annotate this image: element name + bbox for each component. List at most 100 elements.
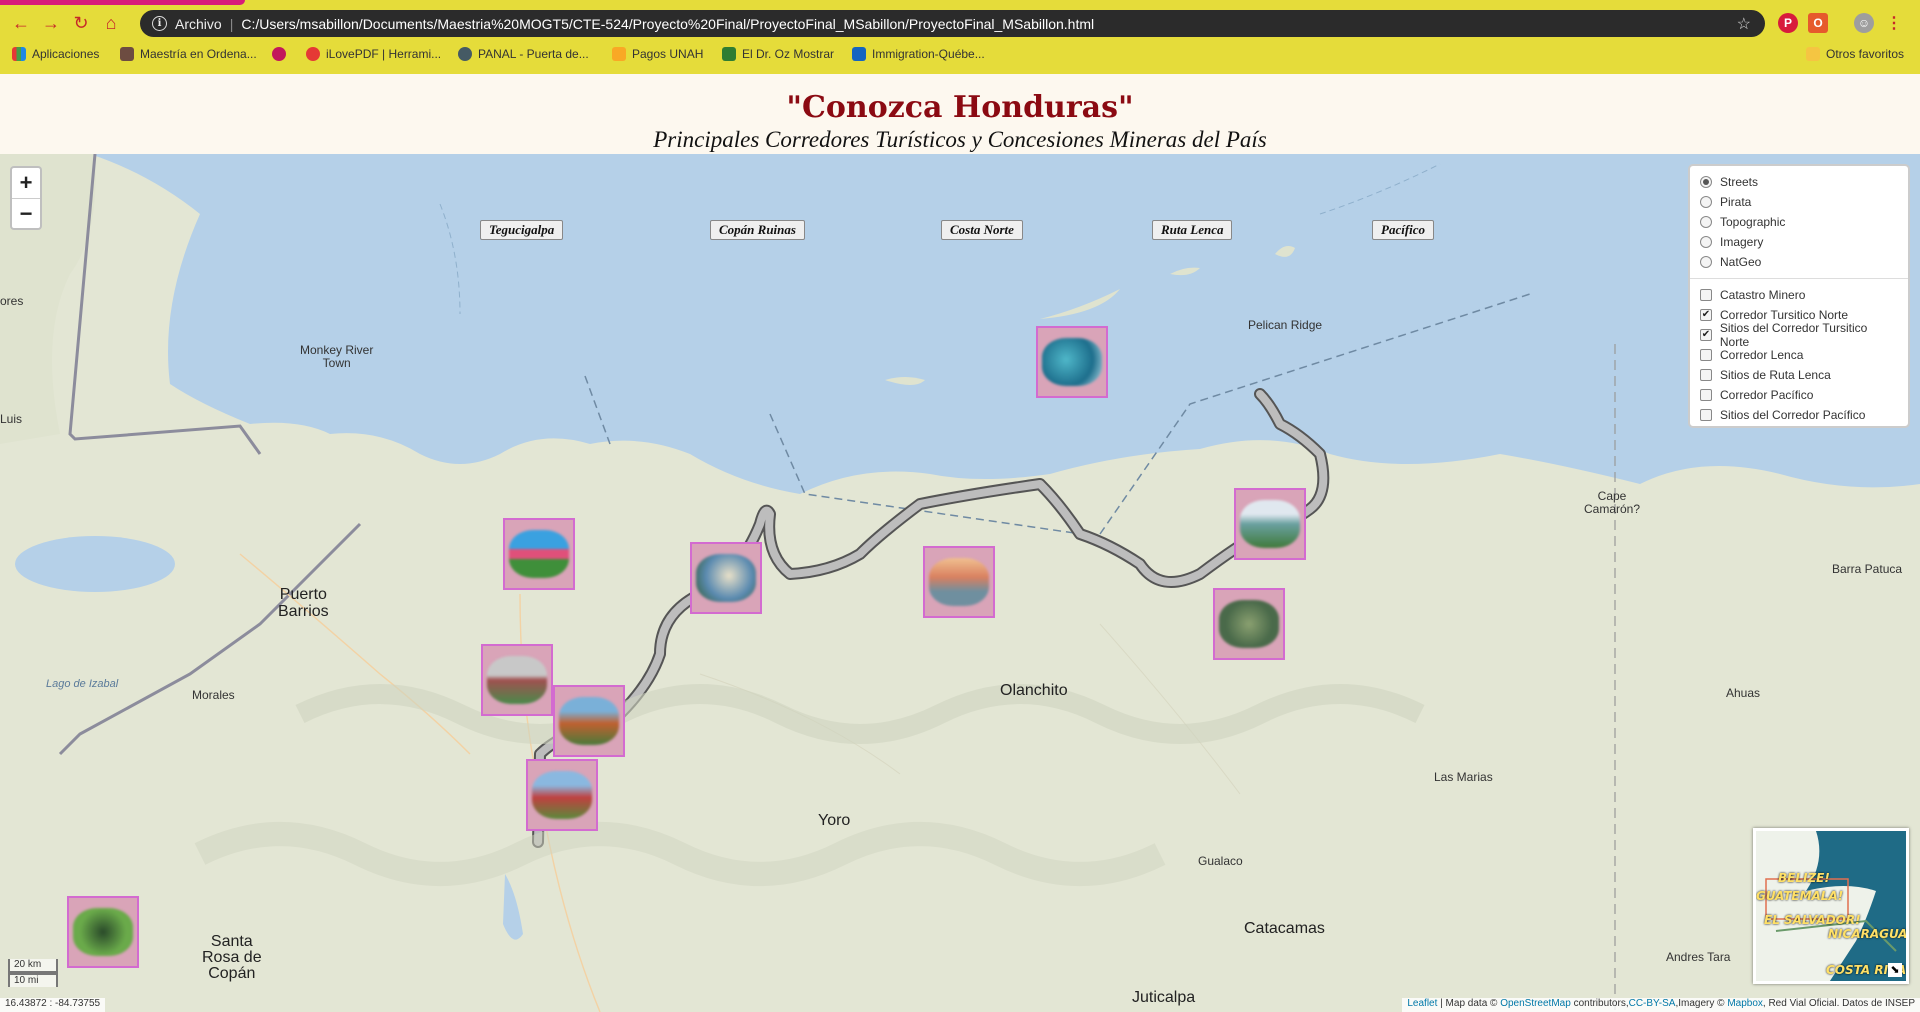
license-link[interactable]: CC-BY-SA (1629, 998, 1676, 1009)
map-container[interactable]: + − Tegucigalpa Copán Ruinas Costa Norte… (0, 154, 1920, 1012)
place-label-ahuas: Ahuas (1726, 686, 1761, 700)
pinterest-icon[interactable]: P (1778, 13, 1798, 33)
checkbox[interactable] (1700, 409, 1712, 421)
zoom-out-button[interactable]: − (12, 198, 40, 228)
bookmark-label: Maestría en Ordena... (140, 47, 257, 61)
place-label: ores (0, 294, 24, 308)
layer-label: Sitios del Corredor Tursitico Norte (1719, 321, 1868, 349)
overlay-sitios-corredor-norte[interactable]: ✔ Sitios del Corredor Tursitico Norte (1700, 321, 1898, 349)
bookmark-maestria[interactable]: Maestría en Ordena... (120, 47, 257, 61)
site-marker[interactable] (1036, 326, 1108, 398)
office-icon[interactable]: O (1808, 13, 1828, 33)
site-marker[interactable] (1234, 488, 1306, 560)
place-label-morales: Morales (192, 688, 235, 702)
minimap[interactable]: BELIZE! GUATEMALA! EL SALVADOR! NICARAGU… (1753, 828, 1909, 984)
mapbox-link[interactable]: Mapbox (1727, 998, 1763, 1009)
radio-button[interactable] (1700, 196, 1712, 208)
minimap-land (1756, 831, 1897, 981)
bookmark-label: iLovePDF | Herrami... (326, 47, 442, 61)
bookmark-panal[interactable]: PANAL - Puerta de... (458, 47, 589, 61)
page-subtitle: Principales Corredores Turísticos y Conc… (653, 127, 1267, 152)
site-marker[interactable] (690, 542, 762, 614)
attribution-text: , Red Vial Oficial. Datos de INSEP (1762, 998, 1915, 1009)
address-url[interactable]: C:/Users/msabillon/Documents/Maestria%20… (241, 16, 1094, 32)
place-label: Luis (0, 412, 23, 426)
layer-label: Pirata (1720, 195, 1752, 209)
reload-icon[interactable]: ↻ (70, 12, 92, 34)
mouse-coordinates: 16.43872 : -84.73755 (0, 998, 106, 1012)
overlay-corredor-pacifico[interactable]: Corredor Pacífico (1700, 385, 1898, 405)
browser-toolbar: ← → ↻ ⌂ i Archivo | C:/Users/msabillon/D… (0, 0, 1920, 74)
layer-label: Corredor Pacífico (1720, 388, 1814, 402)
home-icon[interactable]: ⌂ (100, 12, 122, 34)
bookmark-immigration-quebec[interactable]: Immigration-Québe... (852, 47, 985, 61)
scale-mi: 10 mi (8, 973, 58, 987)
forward-icon[interactable]: → (40, 12, 62, 34)
site-marker[interactable] (481, 644, 553, 716)
overlay-sitios-corredor-pacifico[interactable]: Sitios del Corredor Pacífico (1700, 405, 1898, 425)
openstreetmap-link[interactable]: OpenStreetMap (1500, 998, 1571, 1009)
site-marker[interactable] (923, 546, 995, 618)
lago-de-izabal (15, 536, 175, 592)
overlay-catastro-minero[interactable]: Catastro Minero (1700, 285, 1898, 305)
site-marker[interactable] (1213, 588, 1285, 660)
base-layer-imagery[interactable]: Imagery (1700, 232, 1898, 252)
bookmark-favicon (612, 47, 626, 61)
attribution-text: contributors, (1570, 998, 1629, 1009)
profile-avatar-icon[interactable]: ☺ (1854, 13, 1874, 33)
bookmark-pagos-unah[interactable]: Pagos UNAH (612, 47, 703, 61)
zoom-in-button[interactable]: + (12, 168, 40, 198)
minimap-toggle-icon[interactable]: ⬊ (1888, 963, 1902, 977)
leaflet-link[interactable]: Leaflet (1407, 998, 1437, 1009)
base-layer-topographic[interactable]: Topographic (1700, 212, 1898, 232)
menu-icon[interactable]: ⋮ (1884, 13, 1904, 33)
tab-strip (0, 0, 1920, 6)
bookmark-ilovepdf[interactable]: iLovePDF | Herrami... (306, 47, 441, 61)
route-button-copan-ruinas[interactable]: Copán Ruinas (710, 220, 805, 240)
info-icon[interactable]: i (152, 16, 167, 31)
overlay-sitios-ruta-lenca[interactable]: Sitios de Ruta Lenca (1700, 365, 1898, 385)
layer-label: Topographic (1720, 215, 1786, 229)
place-label-andres-tara: Andres Tara (1666, 950, 1731, 964)
bookmark-apps[interactable]: Aplicaciones (12, 47, 99, 61)
heart-icon (306, 47, 320, 61)
place-label-gualaco: Gualaco (1198, 854, 1243, 868)
bookmark-favicon (272, 47, 286, 61)
active-tab[interactable] (0, 0, 245, 5)
route-button-costa-norte[interactable]: Costa Norte (941, 220, 1023, 240)
base-layer-pirata[interactable]: Pirata (1700, 192, 1898, 212)
route-button-ruta-lenca[interactable]: Ruta Lenca (1152, 220, 1233, 240)
minimap-label-belize: BELIZE! (1778, 871, 1830, 885)
checkbox[interactable] (1700, 289, 1712, 301)
page-title: "Conozca Honduras" (786, 90, 1134, 125)
site-marker[interactable] (526, 759, 598, 831)
radio-button[interactable] (1700, 256, 1712, 268)
radio-button[interactable] (1700, 176, 1712, 188)
site-marker[interactable] (67, 896, 139, 968)
checkbox[interactable] (1700, 349, 1712, 361)
bookmark-dr-oz[interactable]: El Dr. Oz Mostrar (722, 47, 834, 61)
site-marker[interactable] (553, 685, 625, 757)
site-marker[interactable] (503, 518, 575, 590)
base-layer-natgeo[interactable]: NatGeo (1700, 252, 1898, 272)
route-button-tegucigalpa[interactable]: Tegucigalpa (480, 220, 564, 240)
checkbox[interactable] (1700, 369, 1712, 381)
route-button-pacifico[interactable]: Pacífico (1372, 220, 1435, 240)
back-icon[interactable]: ← (10, 12, 32, 34)
place-label-catacamas: Catacamas (1244, 920, 1325, 937)
layer-label: Corredor Lenca (1720, 348, 1804, 362)
bookmark-label: Pagos UNAH (632, 47, 704, 61)
radio-button[interactable] (1700, 236, 1712, 248)
checkbox[interactable] (1700, 389, 1712, 401)
checkbox-checked[interactable]: ✔ (1700, 329, 1712, 341)
bookmark-star-icon[interactable]: ☆ (1737, 14, 1751, 34)
checkbox-checked[interactable]: ✔ (1700, 309, 1712, 321)
address-bar[interactable]: i Archivo | C:/Users/msabillon/Documents… (140, 10, 1765, 37)
bookmark-other-favorites[interactable]: Otros favoritos (1806, 47, 1904, 61)
bookmark-pink[interactable] (272, 47, 286, 61)
radio-button[interactable] (1700, 216, 1712, 228)
base-layer-streets[interactable]: Streets (1700, 172, 1898, 192)
map-attribution: Leaflet | Map data © OpenStreetMap contr… (1402, 998, 1920, 1012)
place-label-yoro: Yoro (818, 812, 851, 829)
site-photo (1240, 500, 1300, 548)
